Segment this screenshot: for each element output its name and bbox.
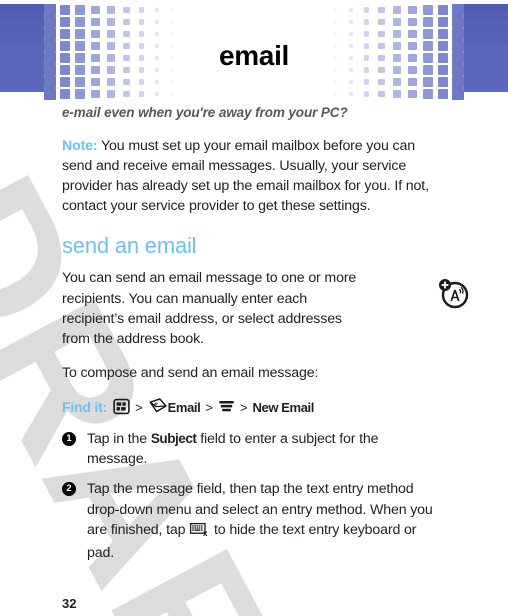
note-label: Note: xyxy=(62,137,98,154)
note-body: You must set up your email mailbox befor… xyxy=(62,137,429,215)
step-1-bold-subject: Subject xyxy=(150,431,197,447)
email-envelope-icon[interactable]: e xyxy=(148,397,168,417)
hide-keyboard-icon[interactable]: x xyxy=(190,522,209,543)
step-number-2: 2 xyxy=(62,482,76,497)
section-paragraph: You can send an email message to one or … xyxy=(62,270,357,347)
note-paragraph: Note: You must set up your email mailbox… xyxy=(62,136,442,217)
step-2: 2 Tap the message field, then tap the te… xyxy=(62,479,442,563)
svg-text:x: x xyxy=(203,529,208,537)
page-title: email xyxy=(218,40,290,71)
compose-lead-paragraph: To compose and send an email message: xyxy=(62,364,319,381)
add-contact-antenna-icon xyxy=(436,276,470,310)
path-separator-3: > xyxy=(239,399,248,415)
new-email-breadcrumb-label[interactable]: New Email xyxy=(253,401,315,414)
svg-text:e: e xyxy=(154,400,158,409)
path-separator-1: > xyxy=(135,399,143,415)
step-number-1: 1 xyxy=(62,432,76,447)
page-banner: email xyxy=(0,0,508,100)
step-1: 1 Tap in the Subject field to enter a su… xyxy=(62,429,442,469)
section-paragraph-block: You can send an email message to one or … xyxy=(62,268,469,349)
find-it-path: Find it: > e Email > > New Email xyxy=(62,397,442,417)
app-grid-icon[interactable] xyxy=(113,398,130,417)
section-heading-send-an-email: send an email xyxy=(62,233,197,259)
step-1-pre: Tap in the xyxy=(87,431,151,448)
page-subtitle: e-mail even when you're away from your P… xyxy=(62,105,348,120)
path-separator-2: > xyxy=(205,399,213,415)
step-1-text: Tap in the Subject field to enter a subj… xyxy=(87,429,442,469)
find-it-label: Find it: xyxy=(62,399,108,416)
email-breadcrumb-label[interactable]: Email xyxy=(168,401,201,414)
step-2-text: Tap the message field, then tap the text… xyxy=(87,479,442,563)
menu-bars-icon[interactable] xyxy=(218,398,235,416)
page-number: 32 xyxy=(62,596,77,611)
page-content: e-mail even when you're away from your P… xyxy=(62,104,469,573)
